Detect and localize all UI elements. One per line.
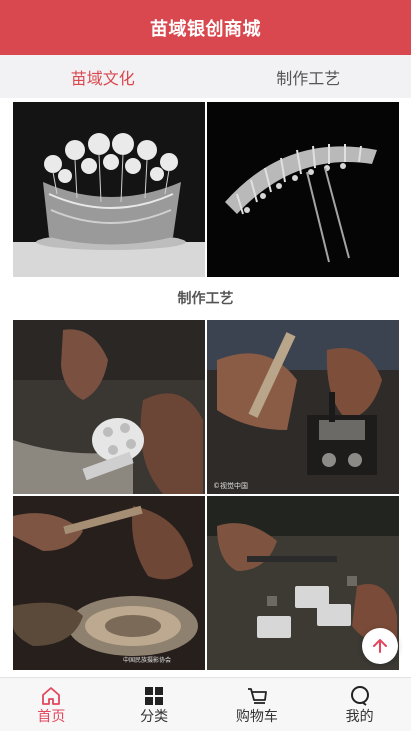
silver-hairpin-photo[interactable] — [207, 102, 399, 277]
scroll-top-button[interactable] — [362, 628, 398, 664]
nav-home-label: 首页 — [37, 708, 66, 725]
profile-icon — [350, 685, 369, 706]
watermark-hammering: ©视觉中国 — [213, 481, 248, 490]
bottom-nav: 首页 分类 购物车 我的 — [0, 677, 411, 731]
craft-engraving-photo[interactable]: 中国民族摄影协会 — [13, 496, 205, 670]
nav-cart-label: 购物车 — [235, 708, 278, 725]
nav-category[interactable]: 分类 — [103, 678, 206, 731]
arrow-up-icon — [373, 639, 387, 653]
craft-hammering-photo[interactable]: ©视觉中国 — [207, 320, 399, 494]
content-area: 制作工艺 ©视觉中国 中国民族摄影协会 — [0, 98, 411, 677]
home-icon — [42, 686, 61, 705]
nav-profile-label: 我的 — [345, 708, 374, 725]
nav-category-label: 分类 — [140, 708, 169, 725]
craft-flower-making-photo[interactable] — [13, 320, 205, 494]
nav-home[interactable]: 首页 — [0, 678, 103, 731]
silver-crown-photo[interactable] — [13, 102, 205, 277]
app-header: 苗域银创商城 — [0, 0, 411, 55]
section-title-craft: 制作工艺 — [177, 291, 234, 307]
cart-icon — [247, 687, 267, 704]
grid-icon — [145, 686, 164, 705]
tab-miao-culture[interactable]: 苗域文化 — [0, 55, 206, 98]
app-title: 苗域银创商城 — [150, 18, 261, 40]
nav-profile[interactable]: 我的 — [308, 678, 411, 731]
tab-craft[interactable]: 制作工艺 — [206, 55, 411, 98]
tab-bar: 苗域文化 制作工艺 — [0, 55, 411, 98]
watermark-engraving: 中国民族摄影协会 — [123, 656, 171, 664]
nav-cart[interactable]: 购物车 — [206, 678, 309, 731]
